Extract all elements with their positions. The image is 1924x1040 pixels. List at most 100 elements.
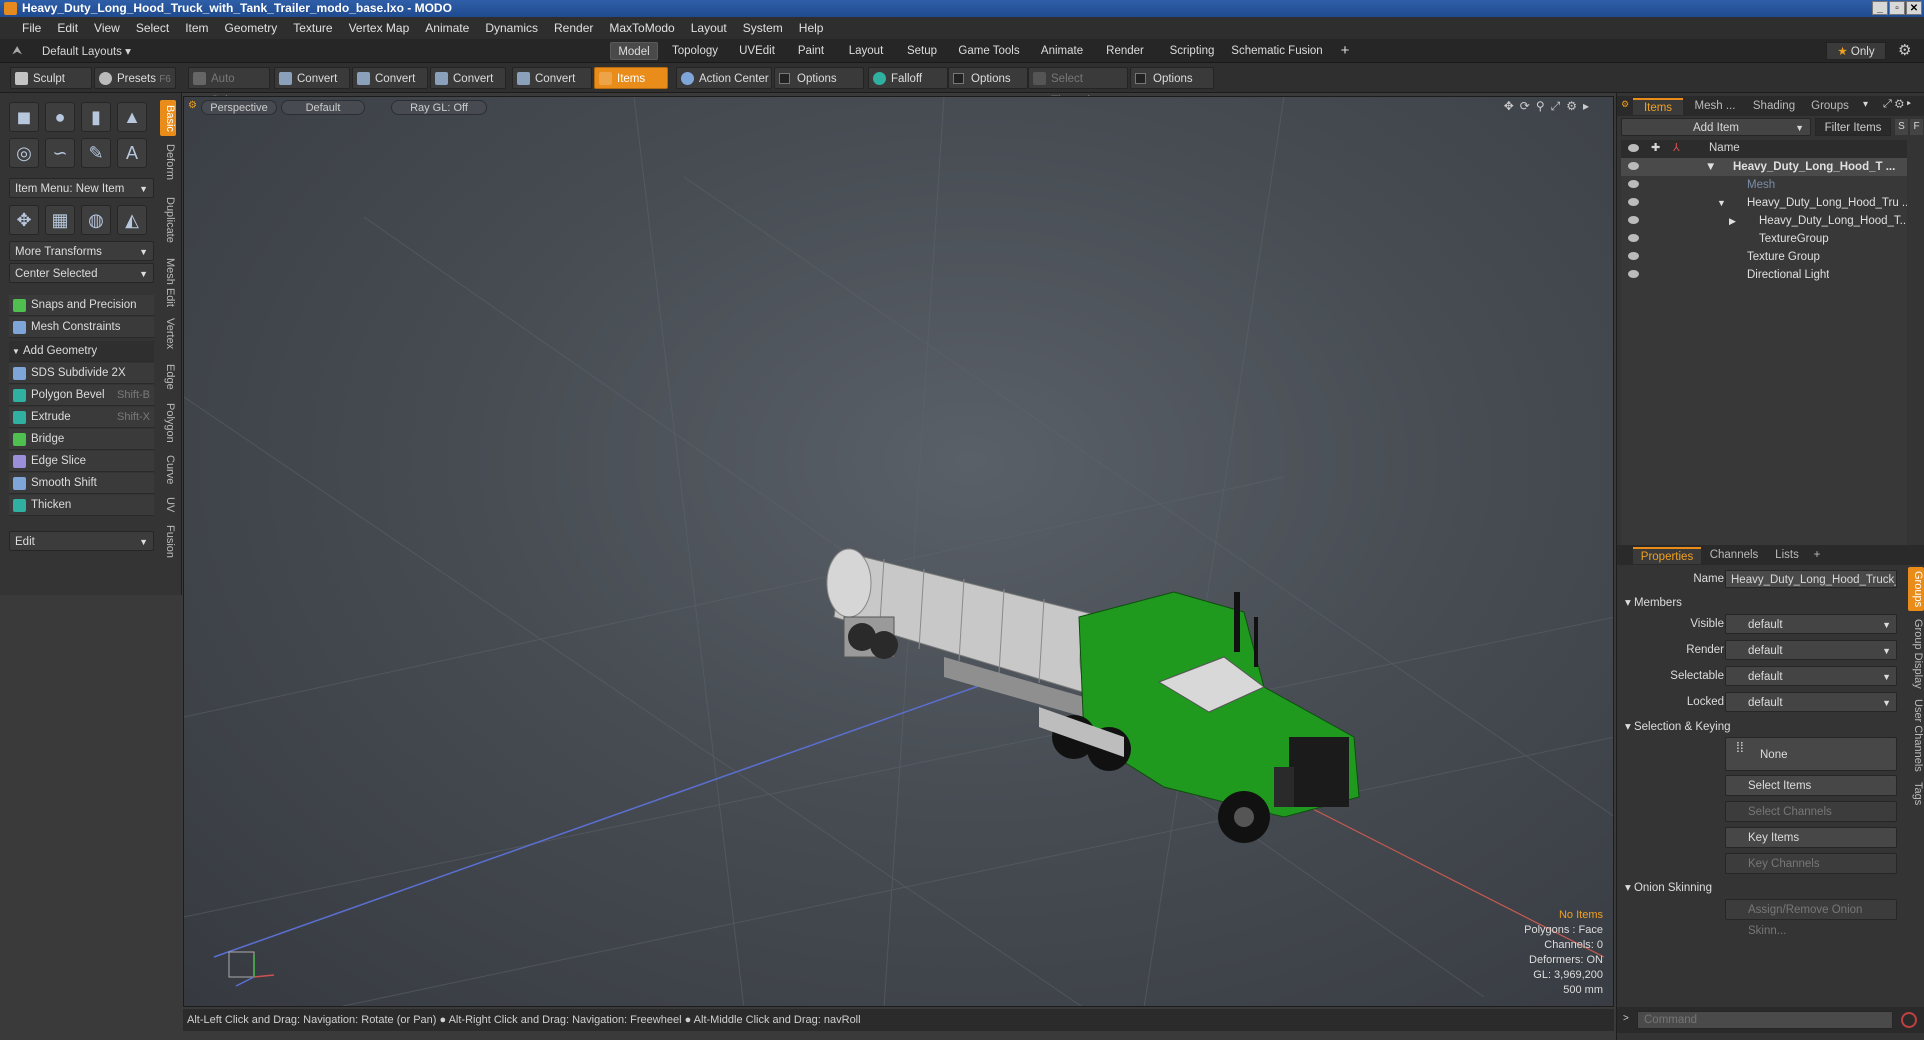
options-checkbox[interactable] [1135, 73, 1146, 84]
menu-maxtomodo[interactable]: MaxToModo [601, 21, 682, 35]
collapsed-triangle-icon[interactable]: ▶ [1729, 212, 1736, 230]
assign-onion-skin-button[interactable]: Assign/Remove Onion Skinn... [1725, 899, 1897, 937]
tab-mesh[interactable]: Mesh ... [1687, 98, 1743, 115]
vtab-edge[interactable]: Edge [160, 360, 176, 394]
tab-render[interactable]: Render [1098, 42, 1152, 60]
onion-skinning-section[interactable]: ▾ Onion Skinning [1625, 880, 1712, 894]
tab-model[interactable]: Model [610, 42, 658, 60]
menu-system[interactable]: System [735, 21, 791, 35]
menu-animate[interactable]: Animate [417, 21, 477, 35]
selectable-dropdown[interactable]: default ▼ [1725, 666, 1897, 686]
key-items-button[interactable]: Key Items [1725, 827, 1897, 848]
pen-tool-icon[interactable]: ✎ [81, 138, 111, 168]
more-transforms-dropdown[interactable]: More Transforms ▼ [9, 241, 154, 261]
visible-dropdown[interactable]: default ▼ [1725, 614, 1897, 634]
convert-edges-button[interactable]: Convert [352, 67, 428, 89]
vtab-uv[interactable]: UV [160, 494, 176, 516]
convert-polygons-button[interactable]: Convert [430, 67, 506, 89]
tab-lists[interactable]: Lists [1767, 547, 1807, 564]
menu-render[interactable]: Render [546, 21, 601, 35]
tab-items[interactable]: Items [1633, 98, 1683, 115]
name-input[interactable]: Heavy_Duty_Long_Hood_Truck_w [1725, 570, 1897, 588]
key-channels-button[interactable]: Key Channels [1725, 853, 1897, 874]
convert-items-button[interactable]: Convert [512, 67, 592, 89]
tab-schematic-fusion[interactable]: Schematic Fusion [1230, 42, 1324, 60]
polygon-bevel-button[interactable]: Polygon Bevel Shift-B [9, 385, 154, 406]
tree-item-submesh[interactable]: ▶ Heavy_Duty_Long_Hood_T... [1621, 212, 1907, 230]
vtab-mesh-edit[interactable]: Mesh Edit [160, 256, 176, 308]
tab-scripting[interactable]: Scripting [1160, 42, 1224, 60]
tab-channels[interactable]: Channels [1705, 547, 1763, 564]
visibility-eye-icon[interactable] [1628, 234, 1639, 242]
select-items-button[interactable]: Select Items [1725, 775, 1897, 796]
item-menu-dropdown[interactable]: Item Menu: New Item ▼ [9, 178, 154, 198]
panel-options-icon[interactable]: ⚙ [1621, 99, 1629, 110]
name-column-header[interactable]: Name [1709, 142, 1740, 154]
tab-layout[interactable]: Layout [840, 42, 892, 60]
record-icon[interactable] [1901, 1012, 1917, 1028]
options-checkbox[interactable] [779, 73, 790, 84]
vtab-polygon[interactable]: Polygon [160, 400, 176, 446]
bridge-button[interactable]: Bridge [9, 429, 154, 450]
torus-primitive-icon[interactable]: ◎ [9, 138, 39, 168]
tree-item-mesh[interactable]: Mesh [1621, 176, 1907, 194]
select-channels-button[interactable]: Select Channels [1725, 801, 1897, 822]
add-tab-button[interactable]: + [1336, 42, 1354, 60]
cube-primitive-icon[interactable]: ◼ [9, 102, 39, 132]
menu-view[interactable]: View [86, 21, 128, 35]
vtab-basic[interactable]: Basic [160, 100, 176, 136]
action-center-options-button[interactable]: Options [774, 67, 864, 89]
tab-animate[interactable]: Animate [1032, 42, 1092, 60]
collapse-arrow-icon[interactable]: ⮝ [12, 43, 22, 58]
items-mode-button[interactable]: Items [594, 67, 668, 89]
dropdown-arrow-icon[interactable]: ▾ [1863, 99, 1868, 110]
command-history-icon[interactable]: > [1623, 1013, 1629, 1024]
visibility-eye-icon[interactable] [1628, 216, 1639, 224]
visibility-eye-icon[interactable] [1628, 252, 1639, 260]
members-section[interactable]: ▾ Members [1625, 595, 1682, 609]
menu-file[interactable]: File [14, 21, 49, 35]
menu-item[interactable]: Item [177, 21, 216, 35]
options-checkbox[interactable] [953, 73, 964, 84]
menu-layout[interactable]: Layout [683, 21, 735, 35]
close-button[interactable]: ✕ [1906, 1, 1922, 15]
expand-triangle-icon[interactable]: ▼ [1705, 158, 1716, 176]
tree-item-group[interactable]: ▼ Heavy_Duty_Long_Hood_Tru ... [1621, 194, 1907, 212]
transform-icon[interactable]: ✥ [9, 205, 39, 235]
menu-dynamics[interactable]: Dynamics [477, 21, 546, 35]
menu-geometry[interactable]: Geometry [217, 21, 286, 35]
menu-select[interactable]: Select [128, 21, 177, 35]
tree-item-root[interactable]: ▼ Heavy_Duty_Long_Hood_T ... [1621, 158, 1907, 176]
tab-properties[interactable]: Properties [1633, 547, 1701, 564]
vtab-group-display[interactable]: Group Display [1908, 617, 1924, 691]
grid-icon[interactable]: ▦ [45, 205, 75, 235]
text-tool-icon[interactable]: A [117, 138, 147, 168]
edge-slice-button[interactable]: Edge Slice [9, 451, 154, 472]
globe-icon[interactable]: ◍ [81, 205, 111, 235]
auto-select-button[interactable]: Auto Select [188, 67, 270, 107]
edit-dropdown[interactable]: Edit ▼ [9, 531, 154, 551]
menu-help[interactable]: Help [791, 21, 832, 35]
add-geometry-section[interactable]: ▼ Add Geometry [9, 341, 154, 362]
menu-vertex-map[interactable]: Vertex Map [341, 21, 418, 35]
f-filter-button[interactable]: F [1910, 119, 1923, 135]
command-input[interactable] [1637, 1011, 1893, 1029]
expand-triangle-icon[interactable]: ▼ [1717, 194, 1726, 212]
add-properties-tab[interactable]: + [1809, 547, 1825, 564]
tree-item-directional-light[interactable]: Directional Light [1621, 266, 1907, 284]
action-center-button[interactable]: Action Center [676, 67, 772, 89]
vtab-fusion[interactable]: Fusion [160, 522, 176, 562]
convert-vertices-button[interactable]: Convert [274, 67, 350, 89]
tab-setup[interactable]: Setup [898, 42, 946, 60]
vtab-groups[interactable]: Groups [1908, 567, 1924, 611]
tab-topology[interactable]: Topology [664, 42, 726, 60]
menu-texture[interactable]: Texture [285, 21, 340, 35]
mesh-constraints-button[interactable]: Mesh Constraints [9, 317, 154, 338]
spline-primitive-icon[interactable]: ∽ [45, 138, 75, 168]
gear-icon[interactable]: ⚙ [1898, 41, 1911, 59]
tab-groups[interactable]: Groups [1805, 98, 1855, 115]
s-filter-button[interactable]: S [1895, 119, 1908, 135]
snaps-precision-button[interactable]: Snaps and Precision [9, 295, 154, 316]
sds-subdivide-button[interactable]: SDS Subdivide 2X [9, 363, 154, 384]
falloff-options-button[interactable]: Options [948, 67, 1028, 89]
